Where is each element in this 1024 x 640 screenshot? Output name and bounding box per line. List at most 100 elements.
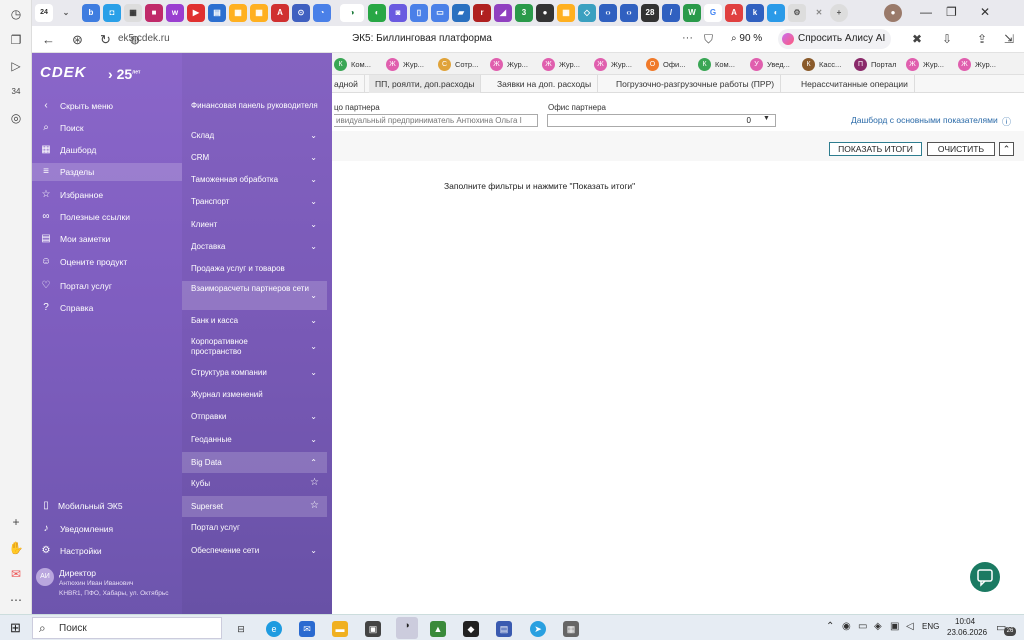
browser-tab[interactable]: ▯ [410,4,428,22]
group-tab[interactable]: Ж Жур... [542,57,580,72]
group-tab[interactable]: О Офи... [646,57,685,72]
app-icon[interactable]: ◆ [463,621,479,637]
browser-tab[interactable]: ◔ [313,4,331,22]
star-icon[interactable]: ☆ [310,478,319,488]
volume-icon[interactable]: ◁ [906,621,914,632]
browser-tab[interactable]: k [746,4,764,22]
section-crm[interactable]: CRM ⌄ [182,150,327,166]
section-cubes[interactable]: Кубы ☆ [182,476,327,492]
browser-tab[interactable]: ◙ [389,4,407,22]
browser-tab[interactable]: W [683,4,701,22]
section-big-data[interactable]: Big Data ⌃ [182,452,327,473]
group-tab[interactable]: Ж Жур... [958,57,996,72]
clear-button[interactable]: ОЧИСТИТЬ [927,142,995,156]
browser-tab[interactable]: ◐ [368,4,386,22]
section-superset[interactable]: Superset ☆ [182,496,327,517]
app-icon[interactable]: ▤ [496,621,512,637]
section-warehouse[interactable]: Склад ⌄ [182,128,327,144]
notes-item[interactable]: ▤ Мои заметки [40,230,182,248]
tabs-dropdown-icon[interactable]: ⌄ [57,4,75,22]
section-transport[interactable]: Транспорт ⌄ [182,194,327,210]
hand-icon[interactable]: ✋ [8,540,24,556]
cdek-logo[interactable]: CDEK [40,64,87,81]
tray-icon[interactable]: ◈ [874,621,882,632]
browser-tab[interactable]: ◐ [767,4,785,22]
add-icon[interactable]: + [8,514,24,530]
profile-avatar-icon[interactable]: ● [884,4,902,22]
browser-tab[interactable]: r [473,4,491,22]
star-icon[interactable]: ☆ [310,500,319,511]
explorer-icon[interactable]: ▬ [332,621,348,637]
section-shipments[interactable]: Отправки ⌄ [182,409,327,425]
useful-links-item[interactable]: ∞ Полезные ссылки [40,208,182,226]
zoom-level[interactable]: ⌕ 90 % [727,31,766,47]
browser-tab[interactable]: ● [536,4,554,22]
ask-alice-button[interactable]: Спросить Алису AI [778,29,892,49]
subtab[interactable]: адной [332,75,365,93]
browser-tab[interactable]: ⊙ [292,4,310,22]
group-tab[interactable]: Ж Жур... [594,57,632,72]
hide-menu-item[interactable]: ‹ Скрыть меню [40,97,182,115]
section-partner-settlements[interactable]: Взаиморасчеты партнеров сети ⌄ [182,281,327,310]
favorites-item[interactable]: ☆ Избранное [40,186,182,204]
browser-tab[interactable]: ▤ [208,4,226,22]
app-icon[interactable]: ▲ [430,621,446,637]
browser-tab[interactable]: ■ [145,4,163,22]
section-network-support[interactable]: Обеспечение сети ⌄ [182,543,327,559]
app-icon[interactable]: ▦ [563,621,579,637]
group-tab[interactable]: Ж Жур... [386,57,424,72]
help-icon[interactable]: ⓘ [1002,115,1011,128]
more-icon[interactable]: ⋯ [8,592,24,608]
section-service-portal[interactable]: Портал услуг [182,520,327,536]
play-icon[interactable]: ▷ [8,58,24,74]
browser-app-icon[interactable]: ◑ [396,617,418,639]
subtab[interactable]: Заявки на доп. расходы [491,75,599,93]
browser-tab[interactable]: 3 [515,4,533,22]
group-tab[interactable]: Ж Жур... [906,57,944,72]
section-finance-panel[interactable]: Финансовая панель руководителя [182,98,327,122]
browser-tab[interactable]: ◢ [494,4,512,22]
subtab[interactable]: ПП, роялти, доп.расходы [369,75,482,93]
office-select[interactable]: 0 [547,114,776,127]
taskbar-search[interactable]: ⌕ Поиск [32,617,222,639]
section-geodata[interactable]: Геоданные ⌄ [182,432,327,448]
clock-time[interactable]: 10:04 [955,617,975,626]
avatar[interactable]: АИ [36,568,54,586]
section-structure[interactable]: Структура компании ⌄ [182,365,327,381]
browser-tab[interactable]: ▦ [124,4,142,22]
group-tab[interactable]: У Увед... [750,57,790,72]
extensions-icon[interactable]: ✖ [912,32,922,46]
group-tab[interactable]: К Ком... [698,57,735,72]
dropdown-arrow-icon[interactable]: ▼ [763,115,770,122]
browser-tab[interactable]: b [82,4,100,22]
section-customs[interactable]: Таможенная обработка ⌄ [182,172,327,188]
mail-icon[interactable]: ✉ [8,566,24,582]
section-delivery[interactable]: Доставка ⌄ [182,239,327,255]
group-tab[interactable]: К Касс... [802,57,841,72]
language-indicator[interactable]: ENG [922,622,939,631]
help-item[interactable]: ? Справка [40,299,182,317]
browser-tab[interactable]: 28 [641,4,659,22]
close-window-icon[interactable]: ✕ [980,5,990,19]
section-client[interactable]: Клиент ⌄ [182,217,327,233]
browser-tab[interactable]: ▰ [452,4,470,22]
outlook-icon[interactable]: ✉ [299,621,315,637]
group-tab[interactable]: П Портал [854,57,896,72]
subtab[interactable]: Нерассчитанные операции [795,75,915,93]
sidebar-toggle-icon[interactable]: ⇲ [1004,32,1014,46]
notifications-item[interactable]: ♪ Уведомления [40,520,182,538]
sections-item[interactable]: ≡ Разделы [32,163,182,181]
bookmark-icon[interactable]: ⛉ [704,32,713,47]
back-icon[interactable]: ← [42,32,55,47]
show-totals-button[interactable]: ПОКАЗАТЬ ИТОГИ [829,142,922,156]
close-tab-icon[interactable]: ✕ [810,4,828,22]
browser-tab[interactable]: ▦ [557,4,575,22]
browser-tab[interactable]: / [662,4,680,22]
tab-counter[interactable]: 24 [35,4,53,22]
edge-icon[interactable]: e [266,621,282,637]
browser-tab[interactable]: ‹› [620,4,638,22]
network-icon[interactable]: ▣ [890,621,899,632]
rate-product-item[interactable]: ☺ Оцените продукт [40,253,182,271]
chat-button[interactable] [970,562,1000,592]
history-icon[interactable]: ◷ [8,6,24,22]
